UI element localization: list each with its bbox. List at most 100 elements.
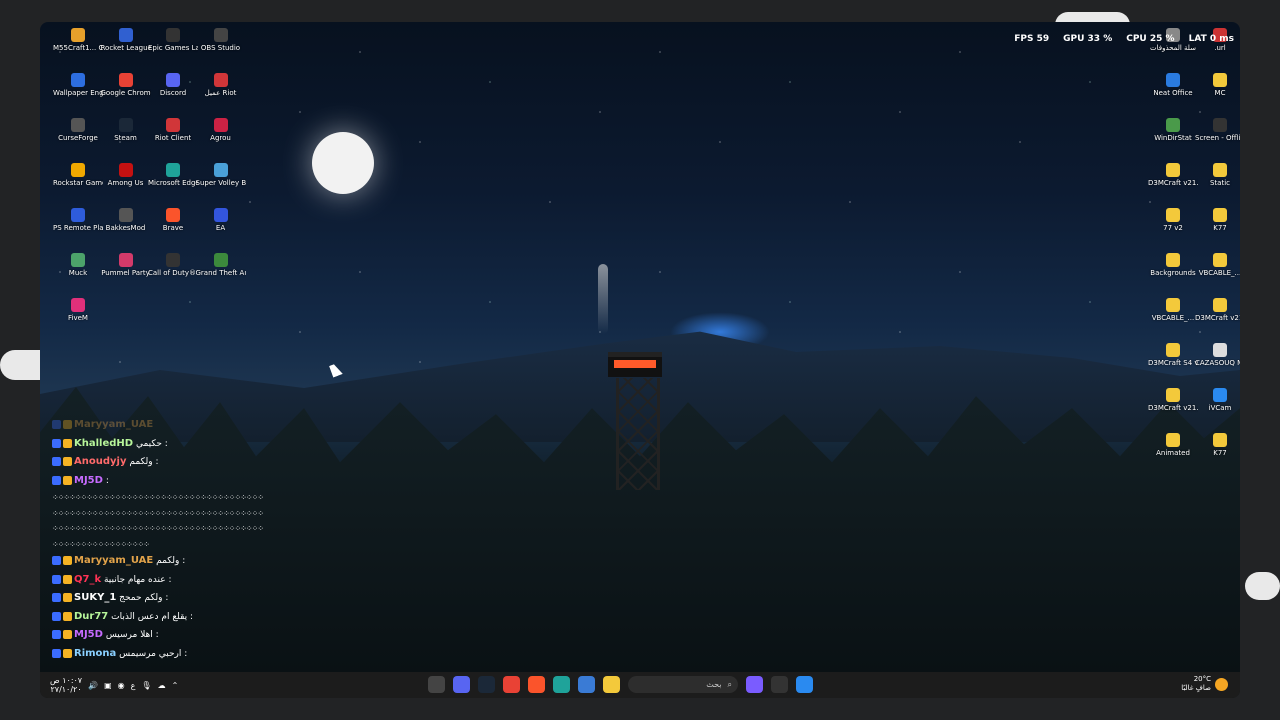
desktop-icon-curseforge[interactable]: CurseForge bbox=[53, 118, 103, 143]
desktop-icon-static[interactable]: Static bbox=[1195, 163, 1240, 188]
desktop-icon-label: EA bbox=[215, 224, 226, 232]
chevron-up-icon[interactable]: ⌃ bbox=[172, 681, 179, 690]
desktop-icon-m55craft1-curseforge[interactable]: M55Craft1... CurseForge bbox=[53, 28, 103, 53]
steam-icon[interactable] bbox=[478, 676, 495, 693]
folder-icon bbox=[1166, 343, 1180, 357]
desktop-icon-vbcable[interactable]: VBCABLE_... bbox=[1148, 298, 1198, 323]
desktop-icon-call-of-duty[interactable]: Call of Duty® ... bbox=[148, 253, 198, 278]
desktop-icon-backgrounds[interactable]: Backgrounds bbox=[1148, 253, 1198, 278]
desktop-icon-wallpaper-engine[interactable]: Wallpaper Engine bbox=[53, 73, 103, 98]
stream-chat-overlay: Maryyam_UAE KhalledHD حكيمي : Anoudyjy ول… bbox=[52, 416, 302, 663]
desktop-icon-d3mcraft-s4-v5-4-2-curs[interactable]: D3MCraft S4 v5.4.2 Curs... bbox=[1148, 343, 1198, 368]
taskbar-search-box[interactable]: بحث ⌕ bbox=[628, 676, 738, 693]
desktop-icon-label: Muck bbox=[68, 269, 88, 277]
desktop-icon-screen-offline[interactable]: Screen - Offline bbox=[1195, 118, 1240, 143]
desktop-icon-label: Pummel Party bbox=[101, 269, 150, 277]
clock[interactable]: ١٠:٠٧ ص ٢٧/١٠/٢٠ bbox=[50, 676, 82, 694]
desktop-icon-d3mcraft-v21-0-2-c[interactable]: D3MCraft v21.0.2 C... bbox=[1148, 163, 1198, 188]
desktop-icon-steam[interactable]: Steam bbox=[101, 118, 151, 143]
desktop-icon-animated[interactable]: Animated bbox=[1148, 433, 1198, 458]
performance-overlay: FPS 59 GPU 33 % CPU 25 % LAT 0 ms bbox=[1014, 34, 1234, 44]
crown-icon bbox=[63, 420, 72, 429]
chat-message: Maryyam_UAE bbox=[52, 416, 302, 435]
fire-lookout-tower bbox=[600, 340, 670, 490]
chat-spam-line: ⁘⁘⁘⁘⁘⁘⁘⁘⁘⁘⁘⁘⁘⁘⁘⁘⁘⁘⁘⁘⁘⁘⁘⁘⁘⁘⁘⁘⁘⁘⁘⁘⁘⁘⁘⁘⁘ bbox=[52, 508, 264, 518]
desktop-icon-brave[interactable]: Brave bbox=[148, 208, 198, 233]
desktop-icon-ps-remote-play[interactable]: PS Remote Play bbox=[53, 208, 103, 233]
crown-icon bbox=[63, 630, 72, 639]
weather-widget[interactable]: 20°C صافٍ غالبًا bbox=[1181, 675, 1228, 693]
desktop-icon-among-us[interactable]: Among Us bbox=[101, 163, 151, 188]
desktop-icon-label: PS Remote Play bbox=[53, 224, 103, 232]
clock-date: ٢٧/١٠/٢٠ bbox=[50, 685, 82, 694]
desktop-icon-muck[interactable]: Muck bbox=[53, 253, 103, 278]
terminal-icon[interactable] bbox=[771, 676, 788, 693]
desktop-icon-ivcam[interactable]: iVCam bbox=[1195, 388, 1240, 413]
desktop-icon-google-chrome[interactable]: Google Chrome bbox=[101, 73, 151, 98]
microphone-icon[interactable]: 🎙 bbox=[141, 681, 151, 690]
edge-icon[interactable] bbox=[553, 676, 570, 693]
desktop-icon-ea[interactable]: EA bbox=[196, 208, 246, 233]
desktop-icon-vbcable[interactable]: VBCABLE_... bbox=[1195, 253, 1240, 278]
desktop-icon-fivem[interactable]: FiveM bbox=[53, 298, 103, 323]
chrome-icon[interactable] bbox=[503, 676, 520, 693]
discord-icon[interactable] bbox=[453, 676, 470, 693]
desktop-screen: M55Craft1... CurseForgeRocket League®Epi… bbox=[40, 22, 1240, 698]
desktop-icon-riot[interactable]: عميل Riot bbox=[196, 73, 246, 98]
curseforge-icon bbox=[71, 28, 85, 42]
desktop-icon-discord[interactable]: Discord bbox=[148, 73, 198, 98]
desktop-icon-agrou[interactable]: Agrou bbox=[196, 118, 246, 143]
folder-icon bbox=[1213, 253, 1227, 267]
store-icon[interactable] bbox=[578, 676, 595, 693]
display-icon[interactable]: ▣ bbox=[104, 681, 112, 690]
desktop-icon-bakkesmod[interactable]: BakkesMod bbox=[101, 208, 151, 233]
folder-icon bbox=[1213, 73, 1227, 87]
desktop-icon-k77[interactable]: K77 bbox=[1195, 433, 1240, 458]
desktop-icon-cazasouq-manual[interactable]: CAZASOUQ MANUAL bbox=[1195, 343, 1240, 368]
desktop-icon-super-volley-blast[interactable]: Super Volley Blast bbox=[196, 163, 246, 188]
desktop-icon-label: VBCABLE_... bbox=[1151, 314, 1195, 322]
folder-icon bbox=[1213, 208, 1227, 222]
desktop-icon-obs-studio[interactable]: OBS Studio bbox=[196, 28, 246, 53]
crown-icon bbox=[63, 593, 72, 602]
desktop-icon-windirstat[interactable]: WinDirStat bbox=[1148, 118, 1198, 143]
folder-icon bbox=[1166, 388, 1180, 402]
copilot-icon[interactable] bbox=[746, 676, 763, 693]
desktop-icon-rockstar-games[interactable]: Rockstar Games ... bbox=[53, 163, 103, 188]
volley-icon bbox=[213, 163, 228, 177]
desktop-icon-rocket-league[interactable]: Rocket League® bbox=[101, 28, 151, 53]
desktop-icon-d3mcraft-v21-1-c[interactable]: D3MCraft v21.1 C... bbox=[1195, 298, 1240, 323]
desktop-icon-mc[interactable]: MC bbox=[1195, 73, 1240, 98]
desktop-icon-epic-games-launcher[interactable]: Epic Games Launcher bbox=[148, 28, 198, 53]
folder-icon bbox=[1166, 163, 1180, 177]
badge-icon bbox=[52, 593, 61, 602]
desktop-icon-label: 77 v2 bbox=[1163, 224, 1183, 232]
desktop-icon-pummel-party[interactable]: Pummel Party bbox=[101, 253, 151, 278]
chat-message: SUKY_1 ولكم حمحج : bbox=[52, 589, 302, 608]
language-indicator[interactable]: ع bbox=[131, 681, 136, 690]
desktop-icon-k77[interactable]: K77 bbox=[1195, 208, 1240, 233]
file-explorer-icon[interactable] bbox=[603, 676, 620, 693]
wifi-icon[interactable]: ◉ bbox=[118, 681, 125, 690]
among-us-icon bbox=[118, 163, 133, 177]
chat-message: Anoudyjy ولكمم : bbox=[52, 453, 302, 472]
chat-text: عنده مهام جانبية : bbox=[103, 574, 172, 585]
windirstat-icon bbox=[1166, 118, 1180, 132]
onedrive-icon[interactable]: ☁ bbox=[158, 681, 166, 690]
volume-icon[interactable]: 🔊 bbox=[88, 681, 98, 690]
desktop-icon-riot-client[interactable]: Riot Client bbox=[148, 118, 198, 143]
obs-icon[interactable] bbox=[428, 676, 445, 693]
chat-message: Q7_k عنده مهام جانبية : bbox=[52, 571, 302, 590]
desktop-icon-77-v2[interactable]: 77 v2 bbox=[1148, 208, 1198, 233]
desktop-icon-grand-theft-auto-v-le[interactable]: Grand Theft Auto V Le... bbox=[196, 253, 246, 278]
chat-text: اهلا مرسيس : bbox=[105, 630, 159, 640]
desktop-icon-label: iVCam bbox=[1208, 404, 1232, 412]
desktop-icon-microsoft-edge[interactable]: Microsoft Edge bbox=[148, 163, 198, 188]
badge-icon bbox=[52, 611, 61, 621]
brave-icon[interactable] bbox=[528, 676, 545, 693]
desktop-icon-d3mcraft-v21-2-c[interactable]: D3MCraft v21.2 C... bbox=[1148, 388, 1198, 413]
windows-start-icon[interactable] bbox=[796, 676, 813, 693]
chat-text: يقلع ام دعس الذبات : bbox=[111, 611, 194, 622]
desktop-icon-neat-office[interactable]: Neat Office bbox=[1148, 73, 1198, 98]
badge-icon bbox=[52, 457, 61, 466]
